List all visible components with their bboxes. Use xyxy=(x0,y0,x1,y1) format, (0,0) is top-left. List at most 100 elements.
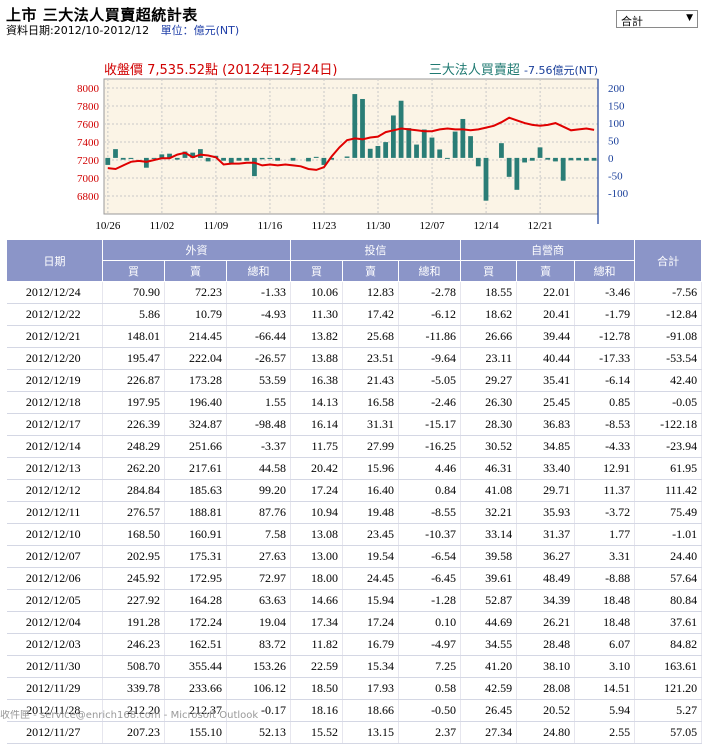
col-dealer-net[interactable]: 總和 xyxy=(574,260,636,282)
value-cell: 17.24 xyxy=(342,611,400,634)
net-buy-bar xyxy=(267,157,273,159)
value-cell: 80.84 xyxy=(634,589,703,612)
value-cell: 0.58 xyxy=(398,677,462,700)
value-cell: -12.78 xyxy=(574,325,636,348)
value-cell: 18.50 xyxy=(290,677,344,700)
date-cell: 2012/12/12 xyxy=(6,479,103,502)
net-buy-bar xyxy=(198,149,203,158)
value-cell: 41.20 xyxy=(460,655,518,678)
y-left-tick-label: 7800 xyxy=(77,101,100,113)
col-dealer-header: 自營商 xyxy=(460,239,636,261)
value-cell: -1.28 xyxy=(398,589,462,612)
value-cell: 185.63 xyxy=(164,479,227,502)
net-buy-bar xyxy=(545,157,551,160)
value-cell: 196.40 xyxy=(164,391,227,414)
col-trust-buy[interactable]: 買 xyxy=(290,260,344,282)
value-cell: 17.34 xyxy=(290,611,344,634)
col-foreign-net[interactable]: 總和 xyxy=(225,260,292,282)
value-cell: 155.10 xyxy=(164,721,227,744)
date-cell: 2012/12/05 xyxy=(6,589,103,612)
date-cell: 2012/11/27 xyxy=(6,721,103,744)
net-buy-bar xyxy=(529,157,535,161)
value-cell: 11.82 xyxy=(290,633,344,656)
value-cell: 75.49 xyxy=(634,501,703,524)
date-cell: 2012/12/04 xyxy=(6,611,103,634)
col-total-header[interactable]: 合計 xyxy=(634,239,703,282)
col-dealer-sell[interactable]: 賣 xyxy=(516,260,576,282)
net-buy-bar xyxy=(228,157,234,164)
net-buy-bar xyxy=(120,157,126,160)
value-cell: 12.83 xyxy=(342,281,400,304)
col-trust-sell[interactable]: 賣 xyxy=(342,260,400,282)
date-cell: 2012/12/19 xyxy=(6,369,103,392)
net-buy-bar xyxy=(437,149,443,158)
value-cell: 16.58 xyxy=(342,391,400,414)
chart-area: 10/26 11/02 11/09 11/16 11/23 11/30 12/07 12/14… xyxy=(0,55,706,235)
date-cell: 2012/12/20 xyxy=(6,347,103,370)
net-buy-bar xyxy=(591,157,597,161)
net-buy-bar xyxy=(445,157,450,159)
value-cell: 15.96 xyxy=(342,457,400,480)
value-cell: 17.24 xyxy=(290,479,344,502)
value-cell: 10.06 xyxy=(290,281,344,304)
table-row: 2012/12/17 226.39 324.87 -98.48 16.14 31.31 -1… xyxy=(6,413,703,436)
value-cell: -17.33 xyxy=(574,347,636,370)
value-cell: 18.00 xyxy=(290,567,344,590)
value-cell: 23.11 xyxy=(460,347,518,370)
value-cell: 191.28 xyxy=(102,611,165,634)
col-foreign-buy[interactable]: 買 xyxy=(102,260,165,282)
value-cell: -15.17 xyxy=(398,413,462,436)
col-date-header[interactable]: 日期 xyxy=(6,239,103,282)
value-cell: 26.66 xyxy=(460,325,518,348)
value-cell: 217.61 xyxy=(164,457,227,480)
value-cell: 14.66 xyxy=(290,589,344,612)
value-cell: 0.84 xyxy=(398,479,462,502)
value-cell: 25.45 xyxy=(516,391,576,414)
col-trust-header: 投信 xyxy=(290,239,462,261)
value-cell: 18.62 xyxy=(460,303,518,326)
value-cell: 160.91 xyxy=(164,523,227,546)
value-cell: 246.23 xyxy=(102,633,165,656)
value-cell: 19.48 xyxy=(342,501,400,524)
net-buy-bar xyxy=(390,115,396,158)
select-value: 合計 xyxy=(621,15,643,28)
x-tick-label: 11/09 xyxy=(204,220,229,232)
value-cell: 14.51 xyxy=(574,677,636,700)
table-row: 2012/12/10 168.50 160.91 7.58 13.08 23.45 -10.… xyxy=(6,523,703,546)
value-cell: -3.37 xyxy=(226,435,292,458)
col-foreign-sell[interactable]: 賣 xyxy=(164,260,227,282)
value-cell: 163.61 xyxy=(634,655,703,678)
value-cell: 207.23 xyxy=(102,721,165,744)
net-buy-bar xyxy=(475,157,481,167)
value-cell: 72.97 xyxy=(226,567,292,590)
value-cell: 13.08 xyxy=(290,523,344,546)
table-row: 2012/12/07 202.95 175.31 27.63 13.00 19.54 -6.… xyxy=(6,545,703,568)
table-row: 2012/12/20 195.47 222.04 -26.57 13.88 23.51 -9… xyxy=(6,347,703,370)
value-cell: 3.10 xyxy=(574,655,636,678)
net-buy-bar xyxy=(244,157,250,161)
y-left-tick-label: 7200 xyxy=(77,155,100,167)
summary-type-select[interactable]: 合計 ▼ xyxy=(616,10,698,28)
value-cell: 46.31 xyxy=(460,457,518,480)
value-cell: 172.24 xyxy=(164,611,227,634)
value-cell: 33.40 xyxy=(516,457,576,480)
chevron-down-icon[interactable]: ▼ xyxy=(686,13,693,23)
value-cell: 41.08 xyxy=(460,479,518,502)
value-cell: 26.30 xyxy=(460,391,518,414)
value-cell: 17.42 xyxy=(342,303,400,326)
value-cell: 23.51 xyxy=(342,347,400,370)
y-left-tick-label: 7400 xyxy=(77,137,100,149)
date-cell: 2012/12/07 xyxy=(6,545,103,568)
value-cell: 262.20 xyxy=(102,457,165,480)
value-cell: 16.14 xyxy=(290,413,344,436)
value-cell: 20.41 xyxy=(516,303,576,326)
value-cell: 222.04 xyxy=(164,347,227,370)
value-cell: 7.58 xyxy=(226,523,292,546)
col-trust-net[interactable]: 總和 xyxy=(398,260,462,282)
x-tick-label: 12/14 xyxy=(474,220,500,232)
value-cell: -12.84 xyxy=(634,303,703,326)
value-cell: 248.29 xyxy=(102,435,165,458)
value-cell: -3.46 xyxy=(574,281,636,304)
value-cell: 44.69 xyxy=(460,611,518,634)
col-dealer-buy[interactable]: 買 xyxy=(460,260,518,282)
